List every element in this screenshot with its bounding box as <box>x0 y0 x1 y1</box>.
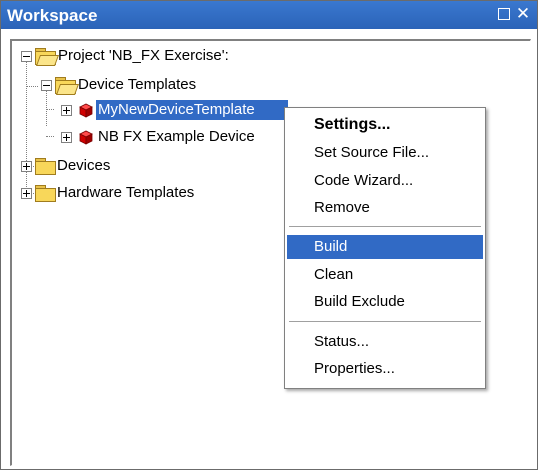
device-icon <box>79 103 93 118</box>
tree-item-devices-label: Devices <box>57 157 111 174</box>
expand-icon[interactable] <box>61 132 72 143</box>
tree-item-hardware-templates-label: Hardware Templates <box>57 184 195 201</box>
folder-icon <box>35 158 56 175</box>
menu-item-remove[interactable]: Remove <box>287 196 483 220</box>
expand-icon[interactable] <box>21 161 32 172</box>
menu-item-clean[interactable]: Clean <box>287 263 483 287</box>
menu-item-build-exclude[interactable]: Build Exclude <box>287 290 483 314</box>
menu-item-set-source-file[interactable]: Set Source File... <box>287 141 483 165</box>
tree-item-nb-fx-example-device-label: NB FX Example Device <box>98 128 255 145</box>
device-icon <box>79 130 93 145</box>
menu-item-code-wizard[interactable]: Code Wizard... <box>287 169 483 193</box>
open-folder-icon <box>35 48 60 66</box>
tree-item-mynewdevicetemplate-label: MyNewDeviceTemplate <box>96 100 288 120</box>
expand-icon[interactable] <box>61 105 72 116</box>
restore-icon[interactable] <box>495 4 513 24</box>
collapse-icon[interactable] <box>21 51 32 62</box>
window-title: Workspace <box>7 6 98 25</box>
menu-item-settings[interactable]: Settings... <box>287 113 483 137</box>
expand-icon[interactable] <box>21 188 32 199</box>
menu-item-status[interactable]: Status... <box>287 330 483 354</box>
tree-item-device-templates-label: Device Templates <box>78 76 197 93</box>
folder-icon <box>35 185 56 202</box>
menu-separator <box>289 321 481 322</box>
title-bar[interactable]: Workspace ✕ <box>1 1 537 29</box>
open-folder-icon <box>55 77 80 95</box>
menu-separator <box>289 226 481 227</box>
context-menu: Settings... Set Source File... Code Wiza… <box>284 107 486 389</box>
workspace-window: Workspace ✕ Project 'NB_FX Exercise': De… <box>0 0 538 470</box>
tree-item-project-label: Project 'NB_FX Exercise': <box>58 47 229 64</box>
menu-item-build[interactable]: Build <box>287 235 483 259</box>
collapse-icon[interactable] <box>41 80 52 91</box>
close-icon[interactable]: ✕ <box>514 4 532 24</box>
menu-item-properties[interactable]: Properties... <box>287 357 483 381</box>
